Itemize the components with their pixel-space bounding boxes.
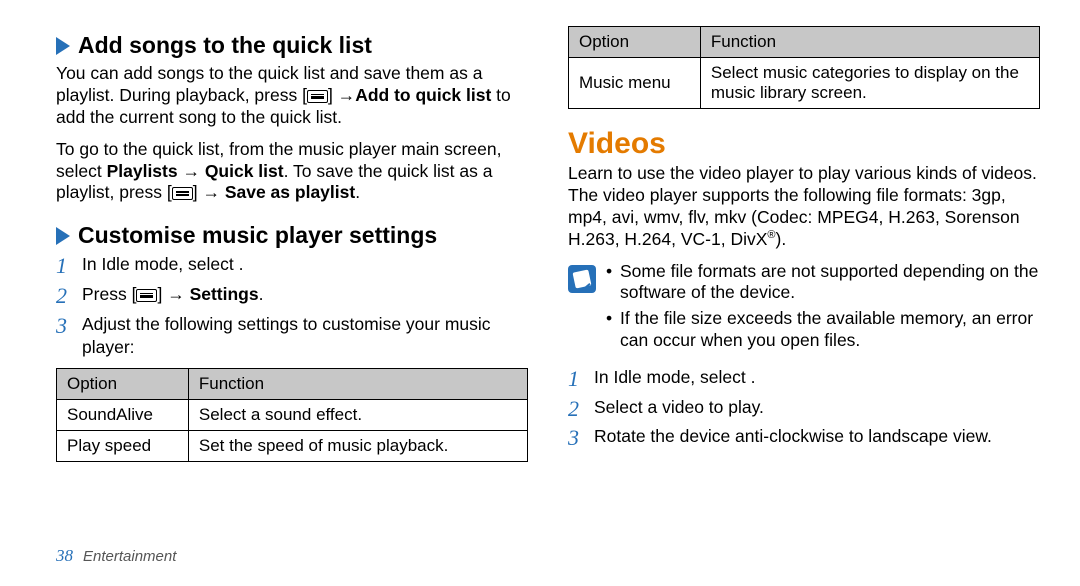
table-row: Play speed Set the speed of music playba… <box>57 430 528 461</box>
cell-option: Play speed <box>57 430 189 461</box>
para-quicklist-nav: To go to the quick list, from the music … <box>56 139 528 205</box>
th-function: Function <box>700 27 1039 58</box>
cell-function: Select a sound effect. <box>188 399 527 430</box>
cell-function: Set the speed of music playback. <box>188 430 527 461</box>
heading-text: Customise music player settings <box>78 222 437 249</box>
note-item: Some file formats are not supported depe… <box>606 261 1040 305</box>
options-table-right: Option Function Music menu Select music … <box>568 26 1040 109</box>
menu-icon <box>136 289 157 302</box>
para-quicklist-intro: You can add songs to the quick list and … <box>56 63 528 129</box>
section-title-videos: Videos <box>568 127 1040 161</box>
table-header-row: Option Function <box>569 27 1040 58</box>
step-item: Press [] → Settings. <box>56 283 528 307</box>
footer-section: Entertainment <box>83 548 176 565</box>
steps-video: In Idle mode, select . Select a video to… <box>568 366 1040 449</box>
page-number: 38 <box>56 546 73 566</box>
left-column: Add songs to the quick list You can add … <box>56 26 528 462</box>
heading-text: Add songs to the quick list <box>78 32 372 59</box>
page-footer: 38 Entertainment <box>56 546 176 566</box>
th-option: Option <box>57 368 189 399</box>
para-videos-intro: Learn to use the video player to play va… <box>568 163 1040 251</box>
table-row: SoundAlive Select a sound effect. <box>57 399 528 430</box>
note-icon <box>568 265 596 293</box>
note-item: If the file size exceeds the available m… <box>606 308 1040 352</box>
registered-icon: ® <box>767 229 775 241</box>
chevron-right-icon <box>56 227 70 245</box>
step-item: Adjust the following settings to customi… <box>56 313 528 360</box>
step-item: In Idle mode, select . <box>568 366 1040 390</box>
table-row: Music menu Select music categories to di… <box>569 58 1040 109</box>
step-item: Select a video to play. <box>568 396 1040 420</box>
menu-icon <box>307 90 328 103</box>
options-table-left: Option Function SoundAlive Select a soun… <box>56 368 528 462</box>
menu-icon <box>172 187 193 200</box>
subheading-customise: Customise music player settings <box>56 222 528 249</box>
steps-customise: In Idle mode, select . Press [] → Settin… <box>56 253 528 360</box>
subheading-quicklist: Add songs to the quick list <box>56 32 528 59</box>
note-box: Some file formats are not supported depe… <box>568 261 1040 357</box>
cell-option: SoundAlive <box>57 399 189 430</box>
cell-function: Select music categories to display on th… <box>700 58 1039 109</box>
table-header-row: Option Function <box>57 368 528 399</box>
cell-option: Music menu <box>569 58 701 109</box>
right-column: Option Function Music menu Select music … <box>568 26 1040 462</box>
page-content: Add songs to the quick list You can add … <box>0 0 1080 462</box>
th-option: Option <box>569 27 701 58</box>
note-list: Some file formats are not supported depe… <box>606 261 1040 357</box>
chevron-right-icon <box>56 37 70 55</box>
step-item: Rotate the device anti-clockwise to land… <box>568 425 1040 449</box>
step-item: In Idle mode, select . <box>56 253 528 277</box>
th-function: Function <box>188 368 527 399</box>
